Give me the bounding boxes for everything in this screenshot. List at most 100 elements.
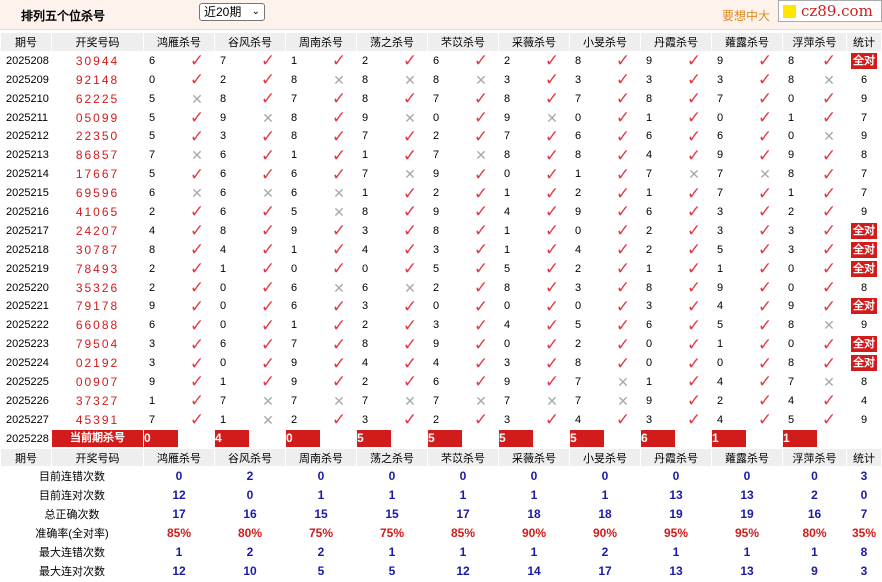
check-icon: ✓ (260, 221, 276, 241)
result-mark-cell: ✓ (676, 183, 712, 204)
check-icon: ✓ (189, 278, 205, 297)
kill-number-cell: 4 (498, 202, 535, 222)
kill-number-cell: 6 (285, 296, 322, 317)
result-mark-cell: ✓ (811, 88, 847, 109)
cross-icon: ✕ (546, 109, 558, 126)
cross-icon: ✕ (617, 392, 629, 409)
check-icon: ✓ (757, 334, 773, 354)
stat-cell: 9 (846, 126, 882, 147)
kill-number-cell: 8 (356, 202, 393, 222)
result-mark-cell: ✓ (392, 334, 428, 355)
summary-value: 12 (143, 485, 215, 506)
kill-number-cell: 6 (427, 372, 464, 392)
result-mark-cell: ✓ (747, 334, 783, 355)
summary-value: 19 (640, 504, 712, 525)
result-mark-cell: ✓ (676, 107, 712, 128)
summary-value: 16 (782, 504, 847, 525)
brand-badge[interactable]: cz89.com (778, 0, 882, 22)
current-kill-number: 1 (712, 430, 746, 448)
summary-value: 80% (214, 523, 286, 544)
winning-number-cell: 17667 (51, 164, 144, 185)
result-mark-cell: ✓ (179, 353, 215, 374)
all-correct-badge: 全对 (851, 52, 877, 69)
table-header-row: 期号 开奖号码 鸿雁杀号 谷风杀号 周南杀号 荡之杀号 芣苡杀号 采薇杀号 小旻杀号 丹霞杀号 蕹露… (0, 32, 882, 52)
kill-number-cell: 3 (498, 69, 535, 90)
check-icon: ✓ (331, 410, 347, 430)
winning-number-cell: 79504 (51, 334, 144, 355)
kill-number-cell: 3 (427, 315, 464, 336)
result-mark-cell: ✓ (605, 107, 641, 128)
check-icon: ✓ (544, 315, 560, 335)
stat-cell: 6 (846, 69, 882, 90)
summary-value: 2 (214, 466, 286, 487)
check-icon: ✓ (821, 164, 837, 184)
kill-number-cell: 5 (569, 315, 606, 336)
summary-value: 0 (711, 466, 783, 487)
kill-number-cell: 2 (782, 202, 812, 222)
result-mark-cell: ✓ (250, 353, 286, 374)
table-row: 2025208 30944 6 ✓ 7 ✓ 1 ✓ 2 ✓ 6 ✓ 2 ✓ 8 ✓ 9 ✓ 9 ✓ 8 ✓ 全对 (0, 50, 882, 71)
check-icon: ✓ (615, 278, 631, 297)
summary-value: 35% (846, 523, 882, 544)
check-icon: ✓ (260, 145, 276, 165)
kill-number-cell: 2 (427, 126, 464, 147)
check-icon: ✓ (821, 410, 837, 430)
check-icon: ✓ (686, 259, 702, 279)
kill-number-cell: 5 (498, 258, 535, 279)
kill-number-cell: 4 (498, 315, 535, 336)
result-mark-cell: ✓ (811, 202, 847, 222)
kill-number-cell: 2 (427, 409, 464, 430)
kill-number-cell: 3 (498, 409, 535, 430)
result-mark-cell: ✓ (811, 50, 847, 71)
summary-value: 14 (498, 560, 570, 581)
result-mark-cell: ✓ (392, 88, 428, 109)
col-header-kill: 谷风杀号 (214, 32, 286, 52)
result-mark-cell: ✕ (392, 107, 428, 128)
result-mark-cell: ✓ (250, 334, 286, 355)
kill-number-cell: 8 (427, 69, 464, 90)
check-icon: ✓ (686, 51, 702, 71)
check-icon: ✓ (615, 108, 631, 127)
result-mark-cell: ✓ (321, 409, 357, 430)
kill-number-cell: 2 (285, 409, 322, 430)
result-mark-cell: ✓ (811, 296, 847, 317)
summary-value: 12 (427, 560, 499, 581)
result-mark-cell: ✓ (811, 277, 847, 298)
check-icon: ✓ (473, 353, 489, 373)
kill-number-cell: 9 (711, 50, 748, 71)
cross-icon: ✕ (404, 166, 416, 183)
summary-value: 13 (640, 485, 712, 506)
check-icon: ✓ (402, 372, 418, 392)
result-mark-cell: ✓ (321, 50, 357, 71)
kill-number-cell: 4 (214, 239, 251, 260)
kill-number-cell: 0 (782, 126, 812, 147)
period-select[interactable]: 近20期 ⌄ (199, 3, 265, 21)
kill-number-cell: 7 (285, 334, 322, 355)
result-mark-cell: ✕ (321, 202, 357, 222)
cross-icon: ✕ (546, 392, 558, 409)
summary-value: 0 (285, 466, 357, 487)
kill-number-cell: 2 (143, 202, 180, 222)
result-mark-cell: ✓ (463, 277, 499, 298)
kill-number-cell: 8 (569, 50, 606, 71)
summary-value: 5 (356, 560, 428, 581)
kill-number-cell: 0 (569, 220, 606, 241)
kill-number-cell: 0 (214, 296, 251, 317)
check-icon: ✓ (331, 108, 347, 127)
cross-icon: ✕ (333, 185, 345, 202)
check-icon: ✓ (544, 278, 560, 297)
winning-number-cell: 86857 (51, 145, 144, 166)
kill-number-cell: 6 (427, 50, 464, 71)
result-mark-cell: ✓ (676, 258, 712, 279)
kill-number-cell: 0 (782, 88, 812, 109)
result-mark-cell: ✓ (179, 107, 215, 128)
kill-number-cell: 8 (782, 50, 812, 71)
result-mark-cell: ✕ (747, 164, 783, 185)
promo-text[interactable]: 要想中大 (722, 7, 770, 24)
check-icon: ✓ (473, 126, 489, 146)
result-mark-cell: ✓ (676, 50, 712, 71)
result-mark-cell: ✓ (179, 315, 215, 336)
kill-number-cell: 7 (498, 126, 535, 147)
result-mark-cell: ✓ (747, 239, 783, 260)
check-icon: ✓ (544, 202, 560, 222)
